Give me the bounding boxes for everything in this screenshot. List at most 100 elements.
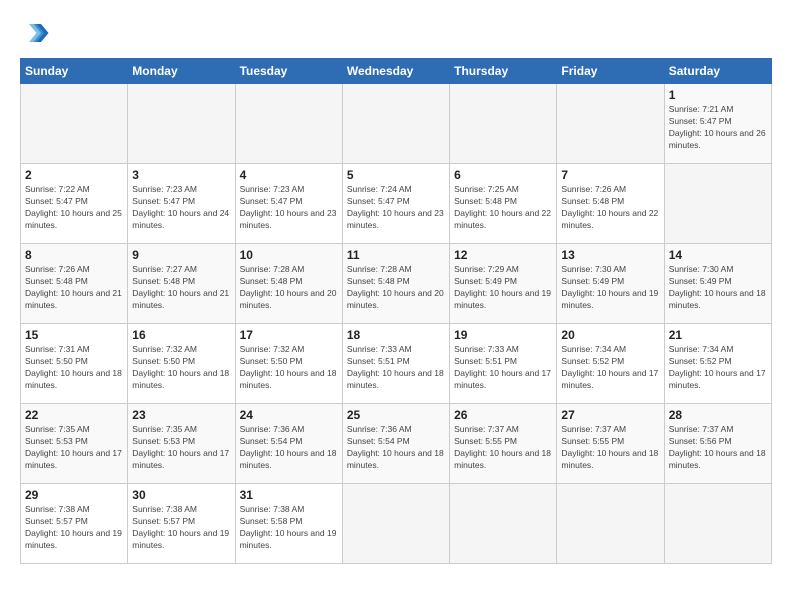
day-info: Sunrise: 7:30 AMSunset: 5:49 PMDaylight:… xyxy=(561,264,659,312)
calendar-week-row: 22 Sunrise: 7:35 AMSunset: 5:53 PMDayligh… xyxy=(21,404,772,484)
calendar-cell: 15 Sunrise: 7:31 AMSunset: 5:50 PMDayligh… xyxy=(21,324,128,404)
calendar-week-row: 15 Sunrise: 7:31 AMSunset: 5:50 PMDayligh… xyxy=(21,324,772,404)
calendar-cell: 2 Sunrise: 7:22 AMSunset: 5:47 PMDaylight… xyxy=(21,164,128,244)
day-number: 12 xyxy=(454,248,552,262)
day-info: Sunrise: 7:35 AMSunset: 5:53 PMDaylight:… xyxy=(132,424,230,472)
day-info: Sunrise: 7:29 AMSunset: 5:49 PMDaylight:… xyxy=(454,264,552,312)
day-number: 24 xyxy=(240,408,338,422)
day-info: Sunrise: 7:34 AMSunset: 5:52 PMDaylight:… xyxy=(561,344,659,392)
calendar-cell: 26 Sunrise: 7:37 AMSunset: 5:55 PMDayligh… xyxy=(450,404,557,484)
day-number: 2 xyxy=(25,168,123,182)
calendar-cell: 13 Sunrise: 7:30 AMSunset: 5:49 PMDayligh… xyxy=(557,244,664,324)
day-number: 19 xyxy=(454,328,552,342)
calendar-cell: 28Sunrise: 7:37 AMSunset: 5:56 PMDayligh… xyxy=(664,404,771,484)
calendar-cell: 7 Sunrise: 7:26 AMSunset: 5:48 PMDaylight… xyxy=(557,164,664,244)
day-number: 3 xyxy=(132,168,230,182)
calendar-week-row: 29 Sunrise: 7:38 AMSunset: 5:57 PMDayligh… xyxy=(21,484,772,564)
day-info: Sunrise: 7:26 AMSunset: 5:48 PMDaylight:… xyxy=(561,184,659,232)
calendar-cell: 19Sunrise: 7:33 AMSunset: 5:51 PMDayligh… xyxy=(450,324,557,404)
calendar-cell xyxy=(235,84,342,164)
day-info: Sunrise: 7:27 AMSunset: 5:48 PMDaylight:… xyxy=(132,264,230,312)
calendar-cell: 18 Sunrise: 7:33 AMSunset: 5:51 PMDayligh… xyxy=(342,324,449,404)
calendar-cell: 27 Sunrise: 7:37 AMSunset: 5:55 PMDayligh… xyxy=(557,404,664,484)
day-info: Sunrise: 7:37 AMSunset: 5:55 PMDaylight:… xyxy=(454,424,552,472)
calendar-cell xyxy=(128,84,235,164)
day-number: 16 xyxy=(132,328,230,342)
calendar-cell: 11 Sunrise: 7:28 AMSunset: 5:48 PMDayligh… xyxy=(342,244,449,324)
day-info: Sunrise: 7:26 AMSunset: 5:48 PMDaylight:… xyxy=(25,264,123,312)
day-info: Sunrise: 7:24 AMSunset: 5:47 PMDaylight:… xyxy=(347,184,445,232)
calendar-cell xyxy=(450,484,557,564)
calendar-cell: 29 Sunrise: 7:38 AMSunset: 5:57 PMDayligh… xyxy=(21,484,128,564)
day-info: Sunrise: 7:38 AMSunset: 5:57 PMDaylight:… xyxy=(25,504,123,552)
calendar-cell: 9 Sunrise: 7:27 AMSunset: 5:48 PMDaylight… xyxy=(128,244,235,324)
calendar-cell xyxy=(342,84,449,164)
day-number: 13 xyxy=(561,248,659,262)
day-number: 17 xyxy=(240,328,338,342)
calendar-cell: 1Sunrise: 7:21 AMSunset: 5:47 PMDaylight… xyxy=(664,84,771,164)
day-number: 29 xyxy=(25,488,123,502)
calendar-cell: 12 Sunrise: 7:29 AMSunset: 5:49 PMDayligh… xyxy=(450,244,557,324)
day-number: 30 xyxy=(132,488,230,502)
day-number: 9 xyxy=(132,248,230,262)
calendar-cell: 31Sunrise: 7:38 AMSunset: 5:58 PMDayligh… xyxy=(235,484,342,564)
calendar-cell: 25 Sunrise: 7:36 AMSunset: 5:54 PMDayligh… xyxy=(342,404,449,484)
day-number: 10 xyxy=(240,248,338,262)
calendar-cell xyxy=(342,484,449,564)
calendar-cell: 21 Sunrise: 7:34 AMSunset: 5:52 PMDayligh… xyxy=(664,324,771,404)
day-number: 22 xyxy=(25,408,123,422)
day-info: Sunrise: 7:23 AMSunset: 5:47 PMDaylight:… xyxy=(240,184,338,232)
day-info: Sunrise: 7:28 AMSunset: 5:48 PMDaylight:… xyxy=(347,264,445,312)
day-number: 5 xyxy=(347,168,445,182)
day-info: Sunrise: 7:23 AMSunset: 5:47 PMDaylight:… xyxy=(132,184,230,232)
calendar-day-header: Sunday xyxy=(21,59,128,84)
day-number: 20 xyxy=(561,328,659,342)
calendar-week-row: 2 Sunrise: 7:22 AMSunset: 5:47 PMDaylight… xyxy=(21,164,772,244)
day-info: Sunrise: 7:22 AMSunset: 5:47 PMDaylight:… xyxy=(25,184,123,232)
calendar-cell: 5 Sunrise: 7:24 AMSunset: 5:47 PMDaylight… xyxy=(342,164,449,244)
page: SundayMondayTuesdayWednesdayThursdayFrid… xyxy=(0,0,792,612)
day-number: 15 xyxy=(25,328,123,342)
calendar-day-header: Tuesday xyxy=(235,59,342,84)
day-info: Sunrise: 7:37 AMSunset: 5:56 PMDaylight:… xyxy=(669,424,767,472)
day-info: Sunrise: 7:34 AMSunset: 5:52 PMDaylight:… xyxy=(669,344,767,392)
day-info: Sunrise: 7:32 AMSunset: 5:50 PMDaylight:… xyxy=(132,344,230,392)
calendar-cell: 14 Sunrise: 7:30 AMSunset: 5:49 PMDayligh… xyxy=(664,244,771,324)
day-info: Sunrise: 7:30 AMSunset: 5:49 PMDaylight:… xyxy=(669,264,767,312)
calendar-table: SundayMondayTuesdayWednesdayThursdayFrid… xyxy=(20,58,772,564)
logo-icon xyxy=(20,18,50,48)
calendar-cell xyxy=(557,84,664,164)
day-number: 7 xyxy=(561,168,659,182)
day-info: Sunrise: 7:38 AMSunset: 5:57 PMDaylight:… xyxy=(132,504,230,552)
calendar-cell: 30 Sunrise: 7:38 AMSunset: 5:57 PMDayligh… xyxy=(128,484,235,564)
calendar-cell xyxy=(664,164,771,244)
day-number: 25 xyxy=(347,408,445,422)
day-info: Sunrise: 7:31 AMSunset: 5:50 PMDaylight:… xyxy=(25,344,123,392)
day-info: Sunrise: 7:36 AMSunset: 5:54 PMDaylight:… xyxy=(347,424,445,472)
header xyxy=(20,18,772,48)
calendar-week-row: 8Sunrise: 7:26 AMSunset: 5:48 PMDaylight… xyxy=(21,244,772,324)
day-number: 27 xyxy=(561,408,659,422)
day-info: Sunrise: 7:37 AMSunset: 5:55 PMDaylight:… xyxy=(561,424,659,472)
day-info: Sunrise: 7:32 AMSunset: 5:50 PMDaylight:… xyxy=(240,344,338,392)
day-info: Sunrise: 7:38 AMSunset: 5:58 PMDaylight:… xyxy=(240,504,338,552)
day-number: 21 xyxy=(669,328,767,342)
calendar-cell xyxy=(557,484,664,564)
day-info: Sunrise: 7:33 AMSunset: 5:51 PMDaylight:… xyxy=(347,344,445,392)
day-info: Sunrise: 7:21 AMSunset: 5:47 PMDaylight:… xyxy=(669,104,767,152)
calendar-day-header: Friday xyxy=(557,59,664,84)
calendar-cell: 23 Sunrise: 7:35 AMSunset: 5:53 PMDayligh… xyxy=(128,404,235,484)
calendar-day-header: Saturday xyxy=(664,59,771,84)
day-number: 26 xyxy=(454,408,552,422)
day-number: 11 xyxy=(347,248,445,262)
day-number: 23 xyxy=(132,408,230,422)
calendar-week-row: 1Sunrise: 7:21 AMSunset: 5:47 PMDaylight… xyxy=(21,84,772,164)
day-number: 18 xyxy=(347,328,445,342)
calendar-day-header: Wednesday xyxy=(342,59,449,84)
day-number: 14 xyxy=(669,248,767,262)
calendar-cell: 20 Sunrise: 7:34 AMSunset: 5:52 PMDayligh… xyxy=(557,324,664,404)
logo xyxy=(20,18,54,48)
calendar-cell: 4 Sunrise: 7:23 AMSunset: 5:47 PMDaylight… xyxy=(235,164,342,244)
day-info: Sunrise: 7:28 AMSunset: 5:48 PMDaylight:… xyxy=(240,264,338,312)
day-number: 4 xyxy=(240,168,338,182)
